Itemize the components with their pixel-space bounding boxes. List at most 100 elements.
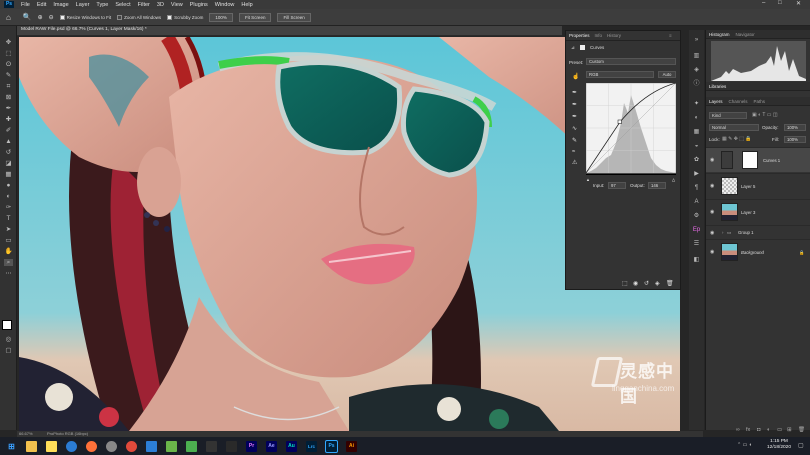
black-slider-icon[interactable]: ▲ — [586, 177, 590, 182]
layer-row-layer3[interactable]: ◉ Layer 3 — [706, 199, 810, 224]
zoom-tool-icon[interactable]: ⌕ — [4, 259, 13, 266]
filter-icons[interactable]: ▣ ◐ T ▭ ◫ — [752, 112, 778, 118]
tab-navigator[interactable]: Navigator — [736, 32, 755, 37]
after-effects-icon[interactable]: Ae — [266, 440, 277, 452]
group-expand-icon[interactable]: › — [722, 230, 723, 235]
zoom-status[interactable]: 66.67% — [19, 431, 33, 436]
layer-mask-thumbnail[interactable] — [742, 151, 758, 169]
frame-tool-icon[interactable]: ⊠ — [4, 94, 13, 101]
eyedropper-tool-icon[interactable]: ✒ — [4, 105, 13, 112]
lock-icon[interactable]: 🔒 — [799, 250, 804, 256]
swatches-panel-icon[interactable]: ▦ — [692, 128, 701, 136]
paragraph-panel-icon[interactable]: ¶ — [692, 184, 701, 192]
photoshop-taskbar-icon[interactable]: Ps — [325, 439, 338, 453]
path-select-tool-icon[interactable]: ➤ — [4, 226, 13, 233]
visibility-eye-icon[interactable]: ◉ — [710, 157, 714, 163]
lock-icons[interactable]: ▦ ✎ ✥ ⬚ 🔒 — [722, 136, 752, 142]
gray-point-eyedropper-icon[interactable]: ✒ — [572, 101, 577, 108]
firefox-icon[interactable] — [86, 440, 97, 452]
visibility-icon[interactable]: ◈ — [655, 280, 660, 287]
visibility-eye-icon[interactable]: ◉ — [710, 249, 714, 255]
lasso-tool-icon[interactable]: ʘ — [4, 61, 13, 68]
chrome-icon[interactable] — [126, 440, 137, 452]
reset-icon[interactable]: ↺ — [644, 280, 649, 287]
menu-type[interactable]: Type — [96, 2, 108, 8]
new-layer-icon[interactable]: ⊞ — [787, 427, 792, 433]
tab-history[interactable]: History — [607, 33, 621, 38]
visibility-eye-icon[interactable]: ◉ — [710, 230, 714, 236]
glyphs-panel-icon[interactable]: ⚙ — [692, 212, 701, 220]
dodge-tool-icon[interactable]: ◐ — [4, 193, 13, 200]
edge-browser-icon[interactable] — [66, 440, 77, 452]
menu-layer[interactable]: Layer — [76, 2, 90, 8]
menu-edit[interactable]: Edit — [37, 2, 46, 8]
fill-screen-button[interactable]: Fill Screen — [277, 12, 311, 22]
system-tray-icons[interactable]: ⌃ ▭ ◖ — [737, 442, 752, 448]
new-group-icon[interactable]: ▭ — [777, 427, 782, 433]
close-button[interactable]: ✕ — [796, 0, 801, 7]
more-tools-icon[interactable]: ⋯ — [4, 270, 13, 277]
premiere-icon[interactable]: Pr — [246, 440, 257, 452]
styles-panel-icon[interactable]: ✿ — [692, 156, 701, 164]
sticky-notes-icon[interactable] — [46, 440, 57, 452]
fill-field[interactable]: 100% — [784, 136, 806, 143]
app-icon-dark[interactable] — [226, 440, 237, 452]
output-field[interactable]: 146 — [648, 182, 666, 189]
type-tool-icon[interactable]: T — [4, 215, 13, 222]
tab-layers[interactable]: Layers — [709, 99, 723, 104]
new-adjustment-icon[interactable]: ◐ — [767, 427, 770, 433]
resize-windows-checkbox[interactable]: Resize Windows to Fit — [59, 14, 111, 20]
color-panel-icon[interactable]: ◐ — [692, 114, 701, 122]
screen-mode-icon[interactable]: ▢ — [4, 347, 13, 354]
auto-button[interactable]: Auto — [658, 71, 676, 78]
blend-mode-dropdown[interactable]: Normal — [709, 124, 759, 131]
blur-tool-icon[interactable]: ● — [4, 182, 13, 189]
scrubby-zoom-checkbox[interactable]: Scrubby Zoom — [167, 14, 203, 20]
link-layers-icon[interactable]: ∞ — [736, 427, 740, 433]
shape-tool-icon[interactable]: ▭ — [4, 237, 13, 244]
histogram-panel-icon[interactable]: ▥ — [692, 52, 701, 60]
tab-info[interactable]: Info — [595, 33, 603, 38]
visibility-eye-icon[interactable]: ◉ — [710, 209, 714, 215]
view-previous-icon[interactable]: ◉ — [633, 280, 638, 287]
minimize-button[interactable]: – — [762, 0, 765, 6]
brush-settings-icon[interactable]: ✦ — [692, 100, 701, 108]
layer-row-group1[interactable]: ◉ › ▭ Group 1 — [706, 225, 810, 239]
layers-panel-icon[interactable]: ◧ — [692, 256, 701, 264]
menu-file[interactable]: File — [21, 2, 30, 8]
notifications-icon[interactable]: ▢ — [798, 442, 804, 449]
tab-properties[interactable]: Properties — [569, 33, 590, 38]
audition-icon[interactable]: Au — [286, 440, 297, 452]
input-field[interactable]: 97 — [608, 182, 626, 189]
zoom-tool-icon[interactable]: 🔍 — [23, 13, 32, 21]
menu-select[interactable]: Select — [115, 2, 130, 8]
windows-start-icon[interactable]: ⊞ — [6, 441, 17, 452]
home-icon[interactable]: ⌂ — [6, 13, 11, 22]
collapse-icon[interactable]: » — [692, 36, 701, 44]
layer-row-layer5[interactable]: ◉ Layer 5 — [706, 173, 810, 198]
add-style-icon[interactable]: fx — [746, 427, 750, 433]
menu-view[interactable]: View — [171, 2, 183, 8]
navigator-panel-icon[interactable]: ◈ — [692, 66, 701, 74]
terminal-icon[interactable] — [206, 440, 217, 452]
move-tool-icon[interactable]: ✥ — [4, 39, 13, 46]
pencil-draw-icon[interactable]: ✎ — [572, 137, 577, 144]
actions-panel-icon[interactable]: ▶ — [692, 170, 701, 178]
opacity-field[interactable]: 100% — [784, 124, 806, 131]
crop-tool-icon[interactable]: ⌗ — [4, 83, 13, 90]
white-point-eyedropper-icon[interactable]: ✒ — [572, 113, 577, 120]
menu-3d[interactable]: 3D — [157, 2, 164, 8]
color-profile-status[interactable]: ProPhoto RGB (16bpc) — [47, 431, 88, 436]
lightroom-classic-icon[interactable]: Lrc — [306, 440, 317, 452]
black-point-eyedropper-icon[interactable]: ✒ — [572, 89, 577, 96]
curves-graph[interactable] — [586, 83, 676, 175]
mask-icon[interactable] — [580, 45, 585, 50]
delete-layer-icon[interactable]: 🗑 — [798, 427, 805, 433]
layer-row-background[interactable]: ◉ Background 🔒 — [706, 239, 810, 264]
zoom-in-icon[interactable]: ⊕ — [38, 14, 43, 21]
menu-help[interactable]: Help — [241, 2, 252, 8]
hand-tool-icon[interactable]: ✋ — [4, 248, 13, 255]
document-tab[interactable]: Model RAW File.psd @ 66.7% (Curves 1, La… — [17, 26, 562, 36]
folder-app-icon[interactable] — [26, 440, 37, 452]
visibility-eye-icon[interactable]: ◉ — [710, 183, 714, 189]
